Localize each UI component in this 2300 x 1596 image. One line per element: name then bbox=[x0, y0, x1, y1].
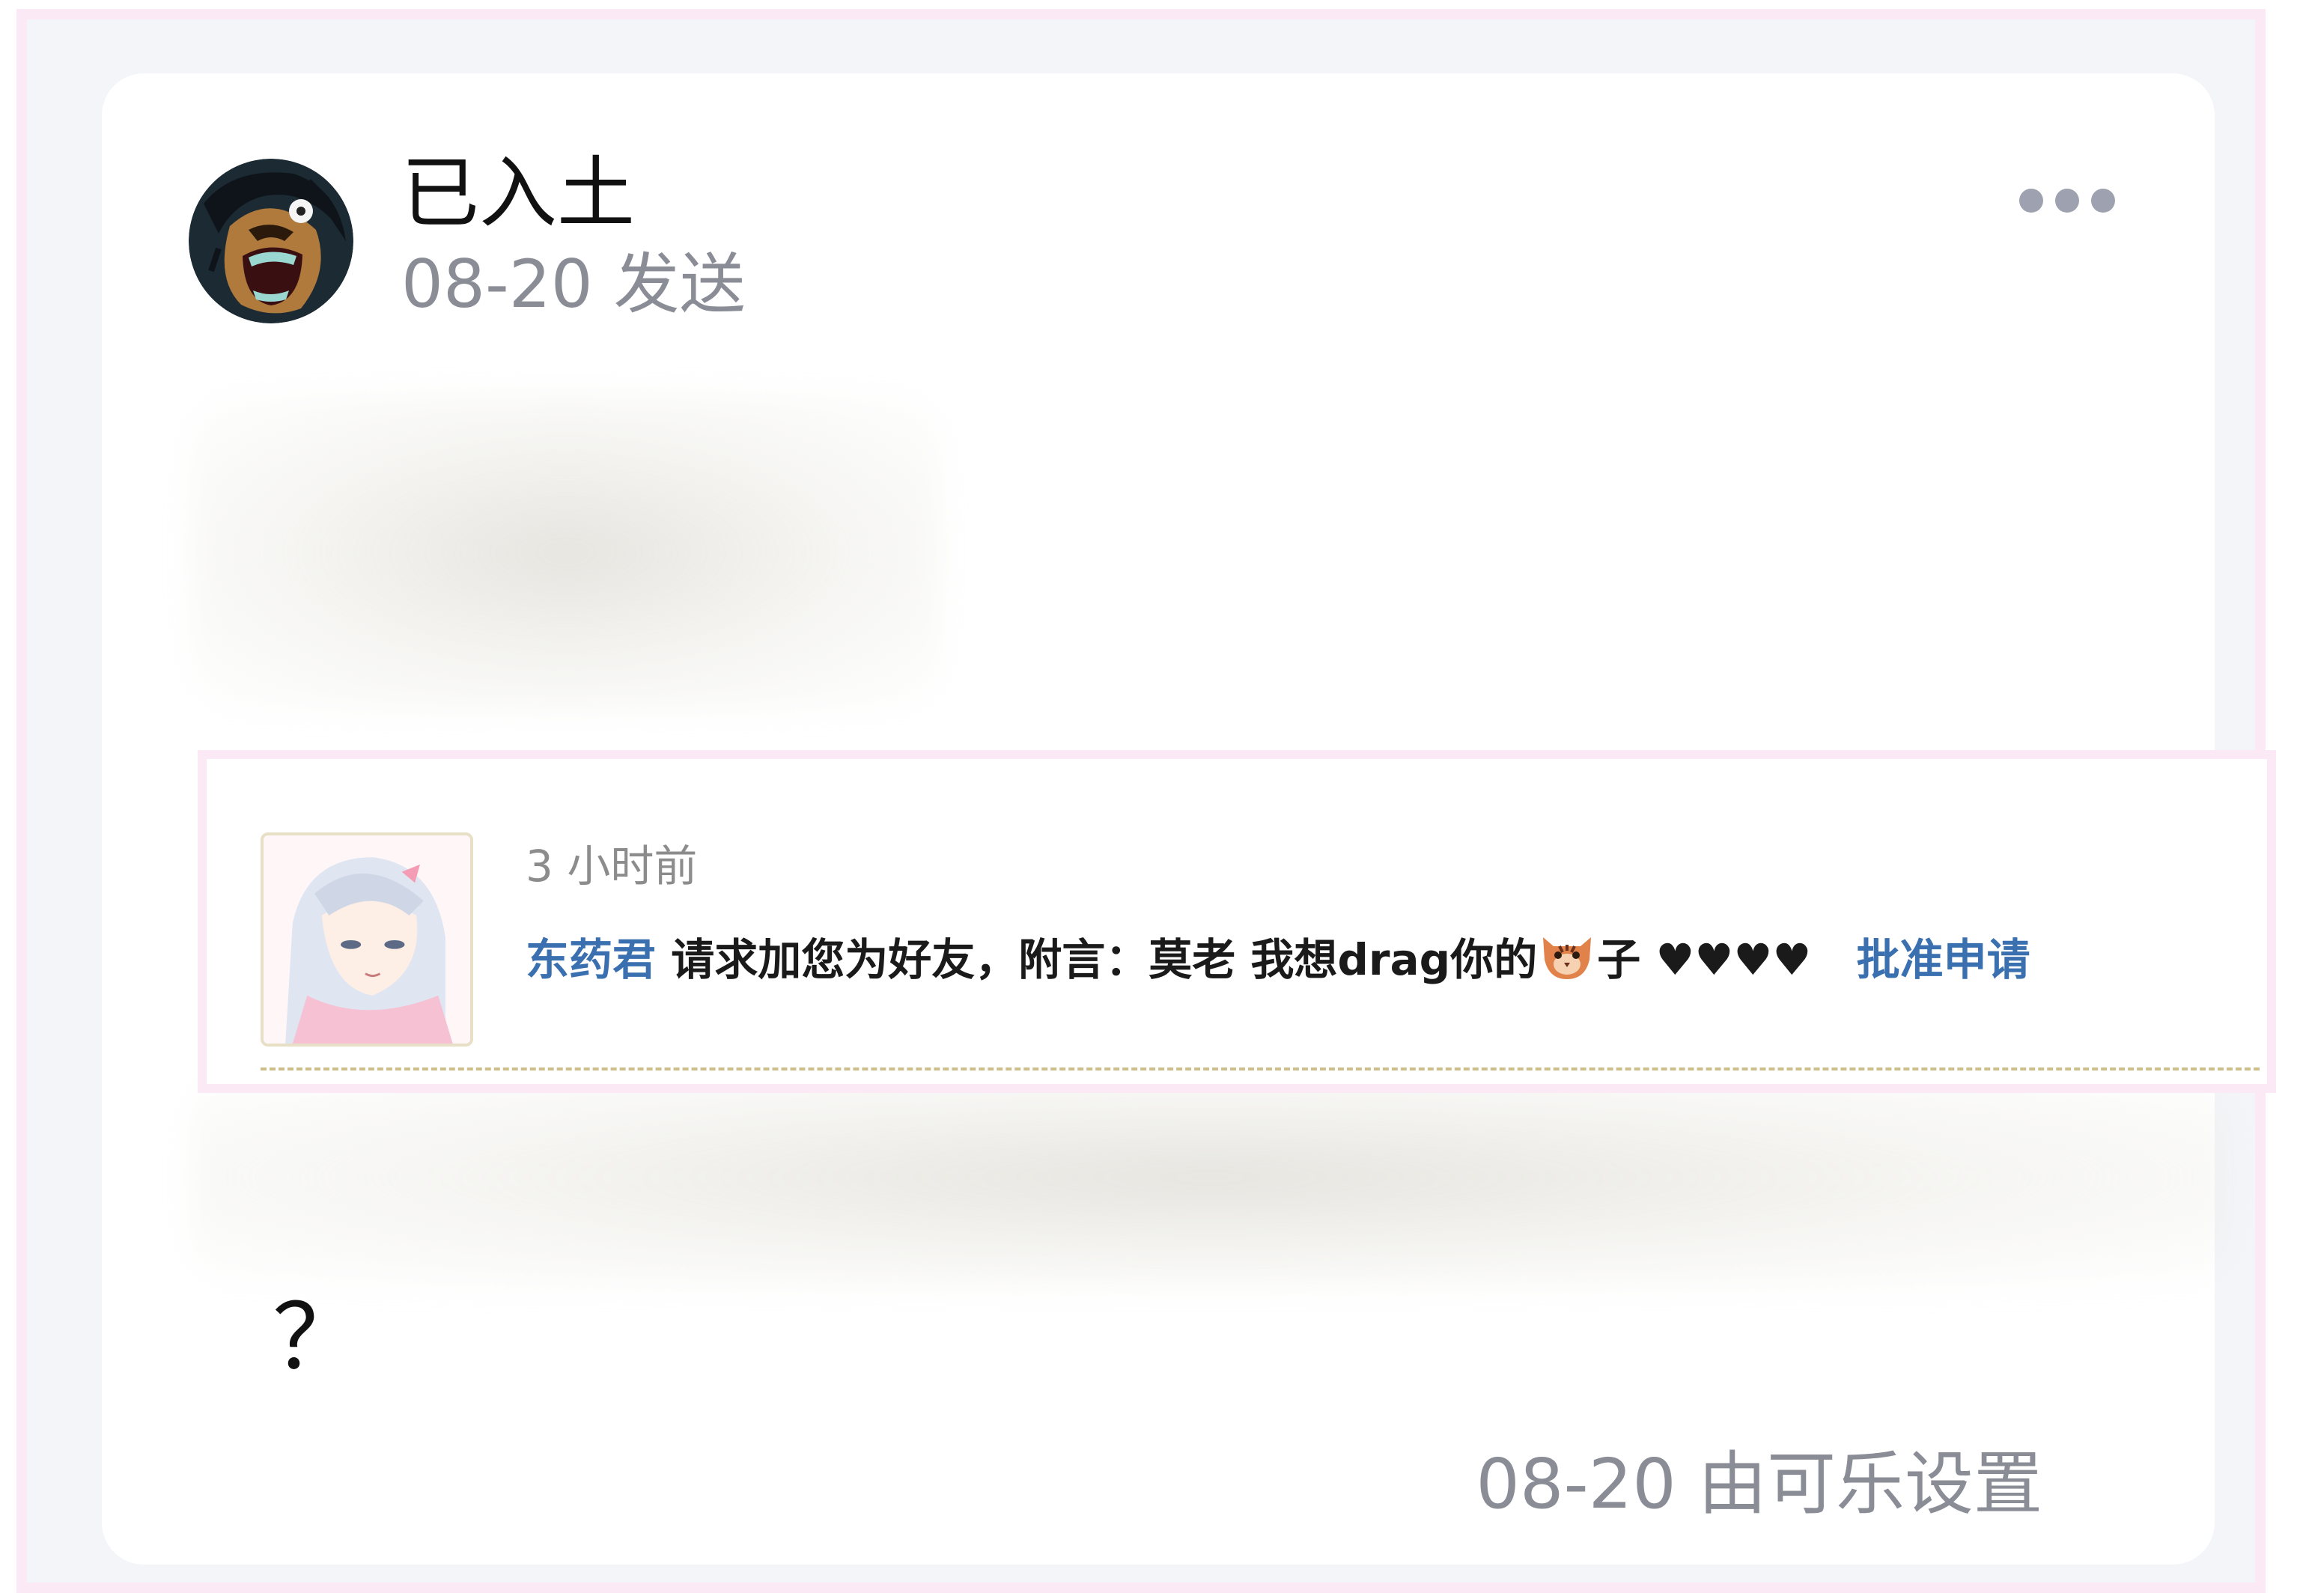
message-text: ？ bbox=[273, 1286, 362, 1390]
author-avatar-image bbox=[189, 159, 353, 323]
author-name: 已入土 bbox=[401, 147, 636, 239]
set-by-footer: 08-20 由可乐设置 bbox=[1476, 1444, 2042, 1524]
outer-frame: 已入土 08-20 发送 3 小时前 东药君 请求加您为好友，附言：莫老 我想d… bbox=[16, 9, 2276, 1593]
message-card: 已入土 08-20 发送 3 小时前 东药君 请求加您为好友，附言：莫老 我想d… bbox=[102, 73, 2276, 1565]
tiger-face-icon bbox=[1537, 930, 1597, 982]
notice-text-before: 请求加您为好友，附言：莫老 我想drag你的 bbox=[671, 934, 1538, 985]
notice-user-link[interactable]: 东药君 bbox=[526, 934, 656, 985]
more-options-button[interactable] bbox=[2011, 171, 2123, 231]
approve-request-link[interactable]: 批准申请 bbox=[1857, 934, 2030, 985]
notice-text-after: 子 ♥♥♥♥ bbox=[1597, 934, 1812, 985]
notice-time: 3 小时前 bbox=[526, 841, 698, 892]
anime-avatar-image bbox=[264, 835, 470, 1044]
notice-avatar bbox=[261, 832, 473, 1047]
more-horizontal-icon bbox=[2019, 189, 2115, 213]
forwarded-notice-screenshot: 3 小时前 东药君 请求加您为好友，附言：莫老 我想drag你的 子 ♥♥♥♥ … bbox=[198, 750, 2276, 1093]
author-avatar[interactable] bbox=[189, 159, 353, 323]
notice-divider bbox=[261, 1067, 2260, 1070]
sent-time: 08-20 发送 bbox=[401, 246, 746, 323]
redacted-region-bottom bbox=[192, 1069, 2228, 1286]
notice-message: 东药君 请求加您为好友，附言：莫老 我想drag你的 子 ♥♥♥♥ 批准申请 bbox=[526, 930, 2030, 990]
redacted-region-top bbox=[192, 395, 940, 710]
